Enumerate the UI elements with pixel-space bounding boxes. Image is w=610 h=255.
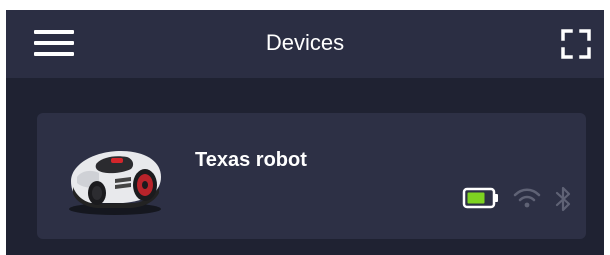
fullscreen-icon[interactable] (560, 28, 592, 60)
wifi-icon (513, 188, 541, 208)
app-screen: Devices Texas robot (6, 10, 604, 255)
hamburger-menu-icon[interactable] (34, 28, 74, 60)
device-name: Texas robot (195, 149, 307, 171)
app-header: Devices (6, 10, 604, 78)
device-status-icons (462, 185, 572, 212)
robot-lawnmower-image (63, 135, 167, 217)
bluetooth-icon (555, 186, 571, 212)
menu-bar (34, 41, 74, 45)
battery-icon (462, 187, 498, 209)
menu-bar (34, 30, 74, 34)
device-card[interactable]: Texas robot (37, 113, 586, 239)
menu-bar (34, 52, 74, 56)
page-title: Devices (265, 30, 345, 55)
